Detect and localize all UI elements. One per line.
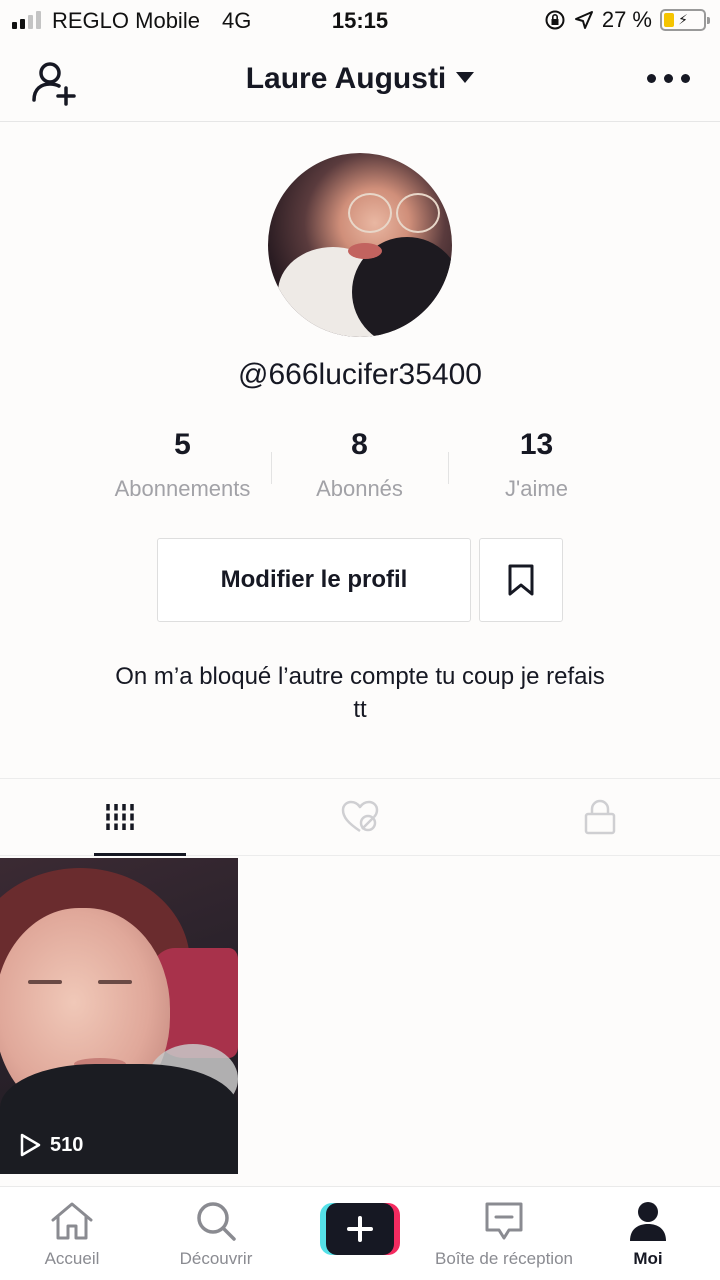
nav-discover[interactable]: Découvrir <box>160 1199 272 1269</box>
video-thumbnail[interactable]: 510 <box>0 858 238 1174</box>
favorites-button[interactable] <box>479 538 563 622</box>
inbox-icon <box>485 1202 523 1240</box>
following-count: 5 <box>174 428 191 461</box>
bottom-navigation: Accueil Découvrir Boîte de réception Moi <box>0 1186 720 1280</box>
grid-icon <box>104 804 136 830</box>
likes-count: 13 <box>519 428 554 461</box>
avatar[interactable] <box>268 153 452 337</box>
tab-liked[interactable] <box>240 779 480 855</box>
edit-profile-button[interactable]: Modifier le profil <box>157 538 471 622</box>
nav-home[interactable]: Accueil <box>26 1199 118 1269</box>
status-bar: REGLO Mobile 4G 15:15 27 % ⚡ <box>0 0 720 40</box>
play-icon <box>20 1133 41 1157</box>
nav-inbox-label: Boîte de réception <box>435 1249 573 1268</box>
bio-line: On m’a bloqué l’autre compte tu coup je … <box>115 663 605 690</box>
profile-header: Laure Augusti <box>0 40 720 122</box>
view-count: 510 <box>18 1132 83 1158</box>
nav-discover-label: Découvrir <box>179 1249 253 1268</box>
chevron-down-icon <box>456 71 475 83</box>
following-stat[interactable]: 5 Abonnements <box>94 428 271 508</box>
battery-percent: 27 % <box>601 7 652 32</box>
likes-stat[interactable]: 13 J'aime <box>448 428 625 508</box>
followers-count: 8 <box>351 428 368 461</box>
bio-line: tt <box>353 696 367 723</box>
create-button[interactable] <box>320 1203 400 1255</box>
profile-stats: 5 Abonnements 8 Abonnés 13 J'aime <box>94 428 626 508</box>
account-name: Laure Augusti <box>245 62 447 95</box>
home-icon <box>51 1202 93 1240</box>
username-handle: @666lucifer35400 <box>238 358 482 391</box>
location-icon <box>574 11 593 29</box>
nav-me-label: Moi <box>633 1249 663 1268</box>
liked-hidden-icon <box>341 800 379 833</box>
status-right: 27 % ⚡ <box>544 7 710 33</box>
plus-icon <box>347 1216 373 1242</box>
profile-bio: On m’a bloqué l’autre compte tu coup je … <box>60 660 660 726</box>
followers-stat[interactable]: 8 Abonnés <box>271 428 448 508</box>
account-switcher[interactable]: Laure Augusti <box>0 62 720 96</box>
nav-home-label: Accueil <box>44 1249 100 1268</box>
tab-private[interactable] <box>480 779 720 855</box>
tab-videos[interactable] <box>0 779 240 856</box>
followers-label: Abonnés <box>316 476 403 501</box>
search-icon <box>197 1202 236 1241</box>
content-tabs <box>0 778 720 856</box>
more-options-icon[interactable] <box>647 74 690 83</box>
battery-icon: ⚡ <box>660 9 710 31</box>
bookmark-icon <box>508 564 534 596</box>
following-label: Abonnements <box>114 476 251 501</box>
lock-icon <box>584 799 616 835</box>
rotation-lock-icon <box>545 10 565 30</box>
nav-me[interactable]: Moi <box>608 1199 688 1269</box>
profile-icon <box>630 1202 666 1241</box>
likes-label: J'aime <box>505 476 568 501</box>
nav-inbox[interactable]: Boîte de réception <box>418 1199 590 1269</box>
view-count-value: 510 <box>50 1133 84 1156</box>
